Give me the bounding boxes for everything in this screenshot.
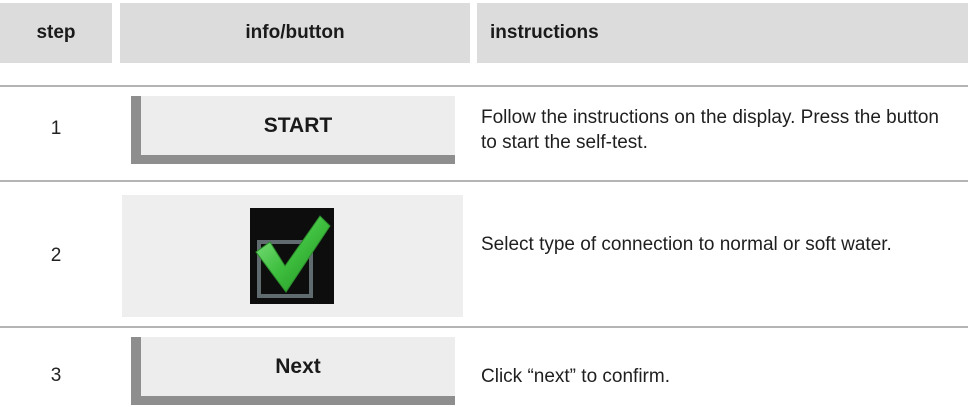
row-divider [0,326,968,328]
checkbox-panel [122,195,463,317]
checkmark-icon-graphic [255,215,331,298]
checkmark-icon[interactable] [250,208,334,304]
header-info-button: info/button [120,3,470,63]
step-instruction: Select type of connection to normal or s… [481,234,892,255]
row-divider [0,85,968,87]
start-button[interactable]: START [131,96,455,164]
instruction-table: step info/button instructions 1 START Fo… [0,0,968,407]
step-instruction: Click “next” to confirm. [481,366,670,387]
step-number: 3 [50,365,62,386]
next-button[interactable]: Next [131,337,455,405]
header-instructions: instructions [477,3,968,63]
step-instruction: Follow the instructions on the display. … [481,107,940,153]
header-step: step [0,3,112,63]
row-divider [0,180,968,182]
step-number: 2 [50,245,62,266]
step-number: 1 [50,118,62,139]
